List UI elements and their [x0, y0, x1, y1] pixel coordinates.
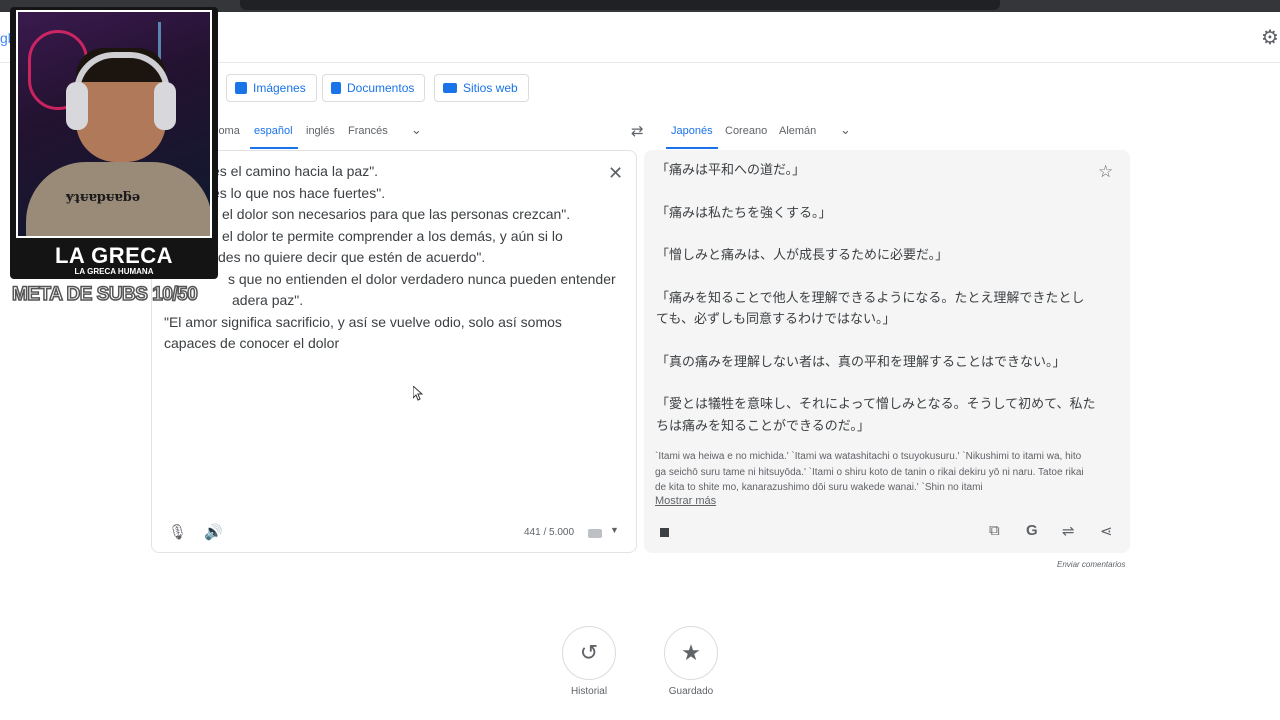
google-search-icon[interactable]: G — [1026, 522, 1038, 539]
source-line: capaces de conocer el dolor — [164, 335, 340, 351]
translation-text: 「痛みは平和への道だ。」 「痛みは私たちを強くする。」 「憎しみと痛みは、人が成… — [656, 160, 1096, 458]
address-bar[interactable] — [240, 0, 1000, 10]
translation-line: 「愛とは犠牲を意味し、それによって憎しみとなる。そうして初めて、私たちは痛みを知… — [656, 397, 1096, 434]
active-tab-indicator — [250, 147, 298, 149]
send-feedback-link[interactable]: Enviar comentarios — [1057, 560, 1125, 569]
images-mode-label: Imágenes — [253, 81, 306, 95]
history-label: Historial — [570, 686, 608, 697]
rate-translation-icon[interactable]: ⇌ — [1062, 522, 1075, 540]
source-language-bar: ioma español inglés Francés ⌄ — [151, 116, 631, 150]
chevron-down-icon[interactable]: ⌄ — [840, 122, 851, 138]
character-count: 441 / 5.000 — [524, 527, 575, 538]
keyboard-icon[interactable] — [588, 529, 602, 538]
target-language-bar: Japonés Coreano Alemán ⌄ — [644, 116, 1124, 150]
swap-languages-icon[interactable]: ⇄ — [631, 122, 644, 140]
documents-mode-label: Documentos — [347, 81, 415, 95]
source-lang-spanish[interactable]: español — [254, 125, 293, 137]
settings-gear-icon[interactable]: ⚙ — [1258, 26, 1280, 50]
images-mode-button[interactable]: Imágenes — [226, 74, 317, 102]
translation-line: 「憎しみと痛みは、人が成長するために必要だ。」 — [656, 248, 949, 263]
history-button[interactable]: ↺ — [562, 626, 616, 680]
streamer-brand: LA GRECA — [54, 243, 174, 268]
source-text-area[interactable]: es el camino hacia la paz". es lo que no… — [164, 161, 616, 355]
source-line: s que no entienden el dolor verdadero nu… — [228, 270, 616, 287]
saved-button[interactable]: ★ — [664, 626, 718, 680]
subscriber-goal-text: META DE SUBS 10/50 — [11, 283, 198, 306]
shirt-print: ɏʇᵾɐpᵾɐƃǝ — [66, 190, 141, 205]
history-icon: ↺ — [579, 640, 599, 665]
headphone-cup — [154, 82, 176, 130]
source-lang-detect[interactable]: ioma — [216, 125, 240, 137]
source-text-panel[interactable]: es el camino hacia la paz". es lo que no… — [151, 150, 637, 553]
saved-label: Guardado — [668, 686, 714, 697]
website-icon — [443, 83, 457, 93]
translation-panel: 「痛みは平和への道だ。」 「痛みは私たちを強くする。」 「憎しみと痛みは、人が成… — [644, 150, 1130, 553]
source-lang-english[interactable]: inglés — [306, 125, 335, 137]
show-more-link[interactable]: Mostrar más — [655, 495, 716, 507]
target-lang-german[interactable]: Alemán — [779, 125, 816, 137]
documents-mode-button[interactable]: Documentos — [322, 74, 426, 102]
translation-line: 「痛みを知ることで他人を理解できるようになる。たとえ理解できたとしても、必ずしも… — [656, 290, 1085, 328]
source-line: adera paz". — [232, 292, 304, 308]
websites-mode-label: Sitios web — [463, 81, 518, 95]
source-line: des no quiere decir que estén de acuerdo… — [218, 249, 486, 265]
speaker-icon[interactable]: 🔊 — [204, 523, 223, 541]
source-line: el dolor son necesarios para que las per… — [222, 206, 571, 222]
stop-icon[interactable] — [660, 528, 669, 537]
chevron-down-icon[interactable]: ⌄ — [411, 122, 422, 138]
copy-icon[interactable]: ⧉ — [989, 522, 1000, 539]
target-lang-korean[interactable]: Coreano — [725, 125, 767, 137]
source-lang-french[interactable]: Francés — [348, 125, 388, 137]
headphone-cup — [66, 82, 88, 130]
mouse-cursor-icon — [412, 384, 424, 407]
translation-line: 「痛みは私たちを強くする。」 — [656, 205, 832, 221]
source-line: es lo que nos hace fuertes". — [212, 184, 386, 201]
target-lang-japanese[interactable]: Japonés — [671, 125, 713, 137]
source-line: el dolor te permite comprender a los dem… — [222, 227, 563, 244]
websites-mode-button[interactable]: Sitios web — [434, 74, 529, 102]
save-star-icon[interactable]: ☆ — [1098, 162, 1113, 182]
active-tab-indicator — [666, 147, 718, 149]
keyboard-chevron-icon[interactable]: ▼ — [610, 525, 619, 535]
star-icon: ★ — [681, 640, 701, 665]
romanization-text: `Itami wa heiwa e no michida.' `Itami wa… — [655, 451, 1084, 493]
webcam-feed: ɏʇᵾɐpᵾɐƃǝ — [16, 10, 212, 238]
translation-line: 「痛みは平和への道だ。」 — [656, 163, 806, 178]
image-icon — [235, 82, 247, 94]
document-icon — [331, 82, 341, 94]
streamer-brand-sub: LA GRECA HUMANA — [74, 267, 154, 276]
source-line: es el camino hacia la paz". — [212, 163, 379, 179]
share-icon[interactable]: ⋖ — [1100, 522, 1113, 540]
webcam-overlay: ɏʇᵾɐpᵾɐƃǝ LA GRECA LA GRECA HUMANA — [10, 7, 218, 279]
translation-line: 「真の痛みを理解しない者は、真の平和を理解することはできない。」 — [656, 354, 1066, 370]
source-line: "El amor significa sacrificio, y así se … — [164, 313, 562, 330]
microphone-icon[interactable]: 🎙 — [168, 523, 187, 541]
clear-text-icon[interactable]: ✕ — [608, 163, 623, 184]
